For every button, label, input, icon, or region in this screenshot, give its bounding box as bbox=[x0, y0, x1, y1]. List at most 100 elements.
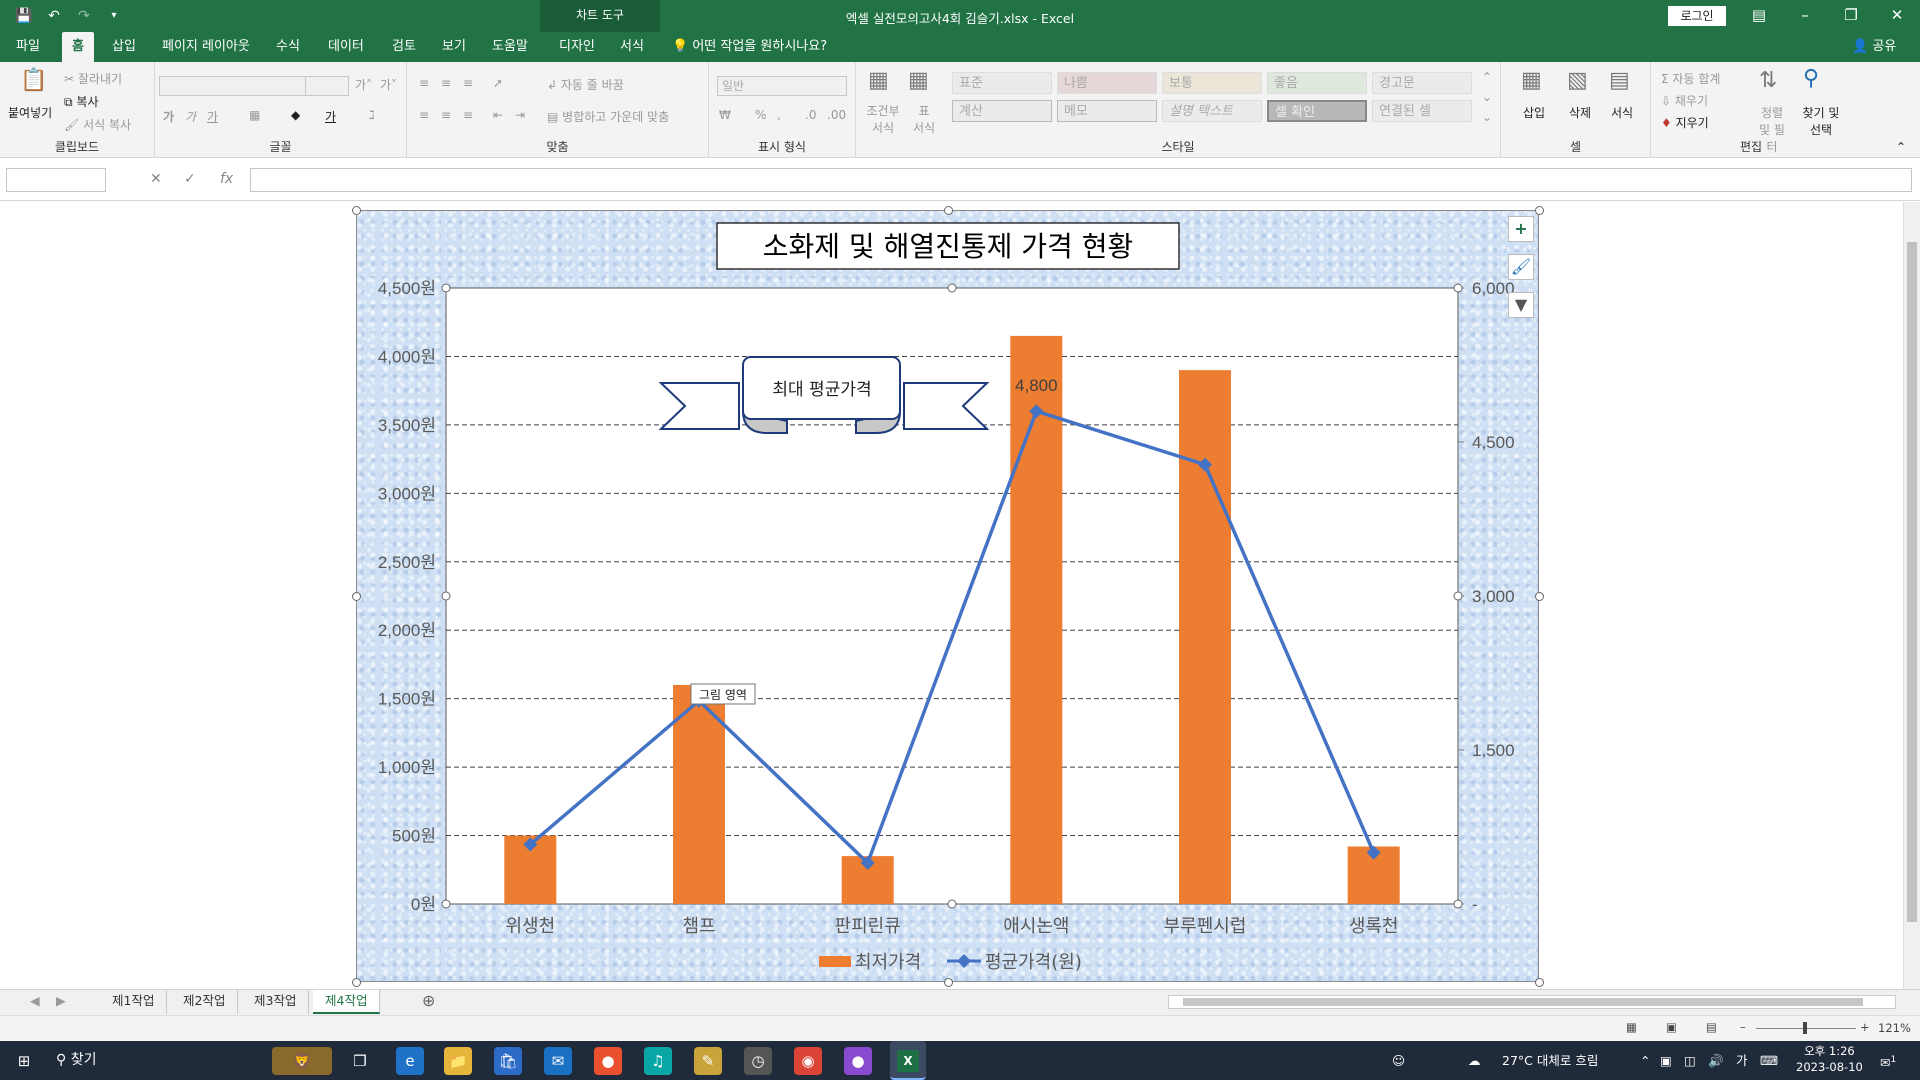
style-good[interactable]: 좋음 bbox=[1267, 72, 1367, 94]
resize-handle-n[interactable] bbox=[944, 206, 953, 215]
tab-data[interactable]: 데이터 bbox=[318, 32, 374, 62]
scroll-tabs-right-icon[interactable]: ▶ bbox=[44, 990, 78, 1014]
ribbon-display-options-icon[interactable]: ▤ bbox=[1736, 0, 1782, 32]
resize-handle-e[interactable] bbox=[1535, 592, 1544, 601]
insert-cells-button[interactable]: 삽입 bbox=[1523, 104, 1545, 121]
fill-color-icon[interactable]: ◆ bbox=[291, 108, 300, 122]
weather-text[interactable]: 27°C 대체로 흐림 bbox=[1502, 1041, 1598, 1080]
meet-now-icon[interactable]: ▣ bbox=[1660, 1041, 1672, 1080]
resize-handle-se[interactable] bbox=[1535, 978, 1544, 987]
style-bad[interactable]: 나쁨 bbox=[1057, 72, 1157, 94]
align-center-icon[interactable]: ≡ bbox=[441, 108, 451, 122]
zoom-in-icon[interactable]: + bbox=[1860, 1020, 1870, 1034]
clock-app-icon[interactable]: ◷ bbox=[744, 1047, 772, 1075]
ime-indicator[interactable]: 가 bbox=[1736, 1041, 1748, 1080]
normal-view-icon[interactable]: ▦ bbox=[1626, 1020, 1637, 1034]
task-view-icon[interactable]: ❒ bbox=[346, 1047, 374, 1075]
decrease-decimal-icon[interactable]: .00 bbox=[827, 108, 846, 122]
vertical-scrollbar[interactable] bbox=[1903, 202, 1920, 989]
font-shrink-icon[interactable]: 가˅ bbox=[380, 76, 397, 93]
orientation-icon[interactable]: ➚ bbox=[493, 76, 503, 90]
tab-insert[interactable]: 삽입 bbox=[102, 32, 146, 62]
redo-icon[interactable]: ↷ bbox=[74, 6, 94, 26]
notification-center-icon[interactable]: ✉1 bbox=[1880, 1041, 1896, 1080]
format-painter-button[interactable]: 🖌 서식 복사 bbox=[64, 116, 131, 133]
fill-button[interactable]: ⇩ 채우기 bbox=[1661, 92, 1708, 109]
resize-handle-s[interactable] bbox=[944, 978, 953, 987]
resize-handle-ne[interactable] bbox=[1535, 206, 1544, 215]
undo-icon[interactable]: ↶ bbox=[44, 6, 64, 26]
resize-handle-nw[interactable] bbox=[352, 206, 361, 215]
align-left-icon[interactable]: ≡ bbox=[419, 108, 429, 122]
style-neutral[interactable]: 보통 bbox=[1162, 72, 1262, 94]
paste-button[interactable]: 붙여넣기 bbox=[8, 104, 52, 121]
styles-scroll-down-icon[interactable]: ⌄ bbox=[1482, 90, 1492, 104]
italic-icon[interactable]: 가 bbox=[185, 108, 196, 125]
save-icon[interactable]: 💾 bbox=[14, 6, 34, 26]
clear-button[interactable]: ♦ 지우기 bbox=[1661, 114, 1709, 131]
excel-taskbar-icon[interactable]: X bbox=[890, 1041, 926, 1080]
formula-input[interactable] bbox=[250, 168, 1912, 192]
border-icon[interactable]: ▦ bbox=[249, 108, 260, 122]
clock[interactable]: 오후 1:26 2023-08-10 bbox=[1796, 1043, 1863, 1075]
styles-scroll-up-icon[interactable]: ⌃ bbox=[1482, 70, 1492, 84]
chart-filter-icon[interactable]: ▼ bbox=[1508, 292, 1534, 318]
tab-formulas[interactable]: 수식 bbox=[266, 32, 310, 62]
sheet-tab-2[interactable]: 제2작업 bbox=[171, 990, 239, 1014]
vertical-scroll-thumb[interactable] bbox=[1907, 242, 1917, 922]
people-icon[interactable]: ☺ bbox=[1392, 1041, 1405, 1080]
name-box[interactable] bbox=[6, 168, 106, 192]
zoom-out-icon[interactable]: – bbox=[1740, 1020, 1746, 1034]
customize-qat-icon[interactable]: ▾ bbox=[104, 6, 124, 26]
phonetic-icon[interactable]: ℷ bbox=[369, 108, 375, 122]
table-format-button[interactable]: 표 서식 bbox=[912, 102, 936, 136]
music-app-icon[interactable]: ♫ bbox=[644, 1047, 672, 1075]
zoom-slider-thumb[interactable] bbox=[1803, 1022, 1807, 1034]
font-size-combo[interactable] bbox=[305, 76, 349, 96]
minimize-icon[interactable]: – bbox=[1782, 0, 1828, 32]
number-format-combo[interactable]: 일반 bbox=[717, 76, 847, 96]
notes-app-icon[interactable]: ✎ bbox=[694, 1047, 722, 1075]
tab-view[interactable]: 보기 bbox=[432, 32, 476, 62]
styles-more-icon[interactable]: ⌄ bbox=[1482, 110, 1492, 124]
page-break-view-icon[interactable]: ▤ bbox=[1706, 1020, 1717, 1034]
insert-function-icon[interactable]: fx bbox=[220, 171, 233, 187]
find-select-button[interactable]: 찾기 및 선택 bbox=[1799, 104, 1843, 138]
style-normal[interactable]: 표준 bbox=[952, 72, 1052, 94]
cancel-icon[interactable]: ✕ bbox=[150, 171, 162, 187]
align-bottom-icon[interactable]: ≡ bbox=[463, 76, 473, 90]
weather-icon[interactable]: ☁ bbox=[1468, 1041, 1481, 1080]
windows-start-icon[interactable]: ⊞ bbox=[10, 1047, 38, 1075]
mail-icon[interactable]: ✉ bbox=[544, 1047, 572, 1075]
style-check-cell[interactable]: 셀 확인 bbox=[1267, 100, 1367, 122]
edge-icon[interactable]: e bbox=[396, 1047, 424, 1075]
volume-icon[interactable]: 🔊 bbox=[1708, 1041, 1724, 1080]
accounting-icon[interactable]: ₩ bbox=[719, 108, 731, 122]
sheet-tab-1[interactable]: 제1작업 bbox=[100, 990, 168, 1014]
tab-page-layout[interactable]: 페이지 레이아웃 bbox=[152, 32, 260, 62]
taskbar-search[interactable]: ⚲ 찾기 bbox=[56, 1041, 96, 1080]
style-explanatory[interactable]: 설명 텍스트 bbox=[1162, 100, 1262, 122]
zoom-level[interactable]: 121% bbox=[1878, 1021, 1911, 1035]
chart-elements-plus-icon[interactable]: + bbox=[1508, 216, 1534, 242]
font-name-combo[interactable] bbox=[159, 76, 309, 96]
tab-review[interactable]: 검토 bbox=[382, 32, 426, 62]
login-button[interactable]: 로그인 bbox=[1668, 6, 1726, 26]
keyboard-mode-icon[interactable]: ⌨ bbox=[1760, 1041, 1778, 1080]
style-linked-cell[interactable]: 연결된 셀 bbox=[1372, 100, 1472, 122]
add-sheet-icon[interactable]: ⊕ bbox=[410, 990, 447, 1014]
lion-search-highlight-icon[interactable]: 🦁 bbox=[272, 1047, 332, 1075]
tell-me-search[interactable]: 💡 어떤 작업을 원하시나요? bbox=[672, 32, 827, 62]
tab-chart-design[interactable]: 디자인 bbox=[549, 32, 605, 62]
increase-decimal-icon[interactable]: .0 bbox=[805, 108, 816, 122]
resize-handle-w[interactable] bbox=[352, 592, 361, 601]
horizontal-scrollbar[interactable] bbox=[1168, 995, 1896, 1009]
wrap-text-button[interactable]: ↲ 자동 줄 바꿈 bbox=[547, 76, 624, 93]
restore-icon[interactable]: ❐ bbox=[1828, 0, 1874, 32]
align-right-icon[interactable]: ≡ bbox=[463, 108, 473, 122]
tab-chart-format[interactable]: 서식 bbox=[610, 32, 654, 62]
percent-icon[interactable]: % bbox=[755, 108, 766, 122]
style-note[interactable]: 메모 bbox=[1057, 100, 1157, 122]
format-cells-button[interactable]: 서식 bbox=[1611, 104, 1633, 121]
collapse-ribbon-icon[interactable]: ⌃ bbox=[1896, 140, 1906, 154]
